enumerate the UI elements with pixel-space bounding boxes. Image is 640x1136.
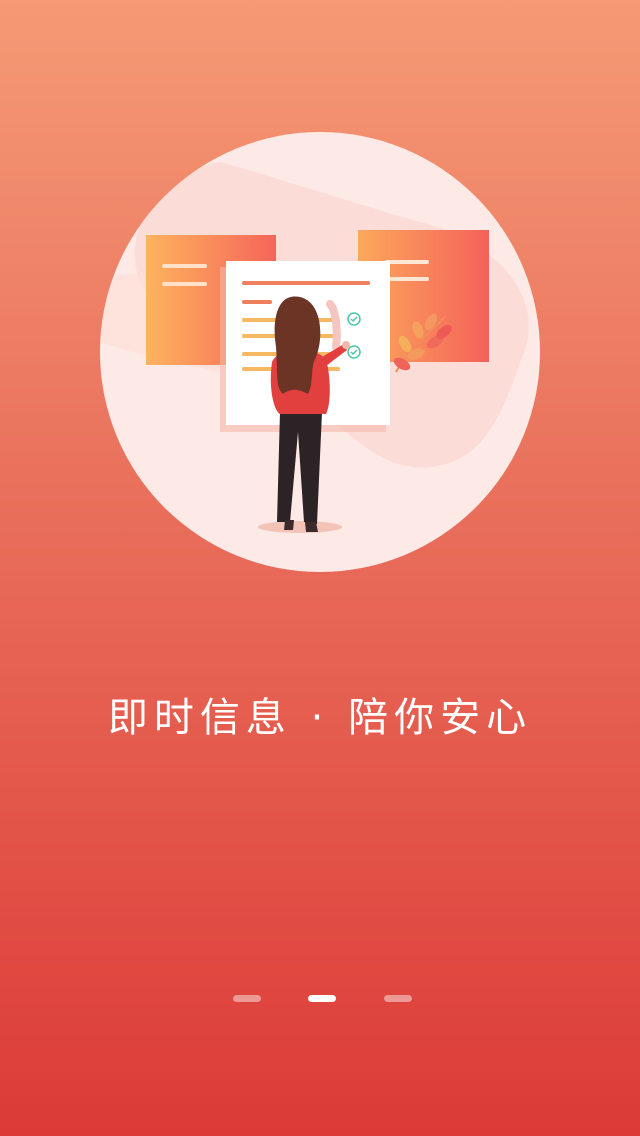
page-dot-2-active[interactable] bbox=[308, 995, 336, 1002]
onboarding-tagline: 即时信息 · 陪你安心 bbox=[107, 695, 533, 741]
page-dot-3[interactable] bbox=[384, 995, 412, 1002]
page-indicator bbox=[0, 995, 640, 1005]
onboarding-screen[interactable]: 即时信息 · 陪你安心 bbox=[0, 0, 640, 1136]
onboarding-illustration bbox=[100, 132, 540, 572]
page-dot-1[interactable] bbox=[233, 995, 261, 1002]
